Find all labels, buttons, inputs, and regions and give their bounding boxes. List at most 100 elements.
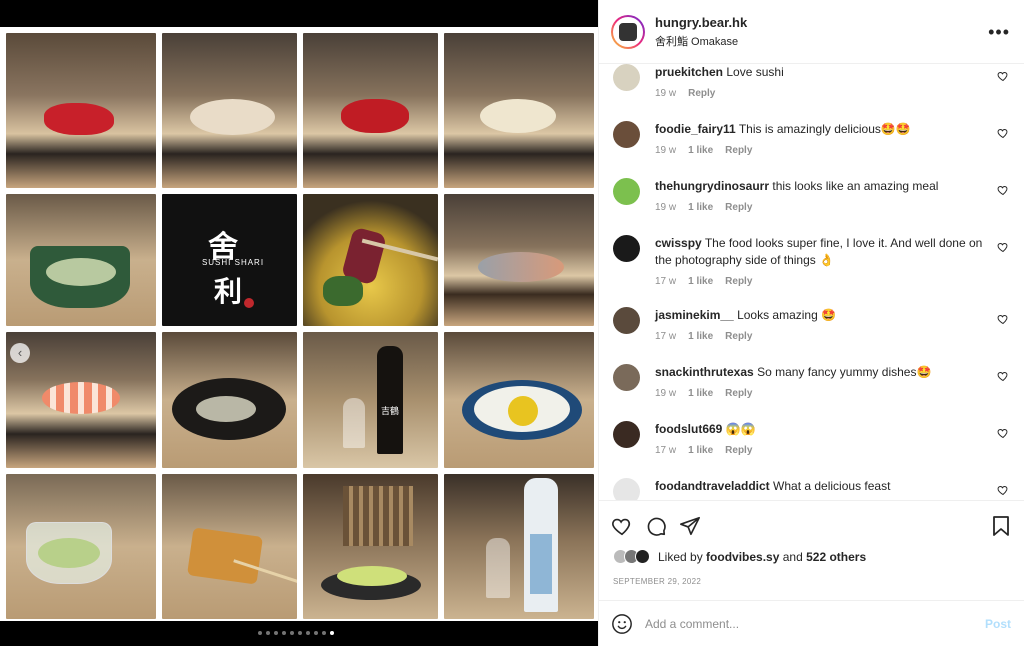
comment-username[interactable]: foodslut669 bbox=[655, 422, 722, 436]
reply-button[interactable]: Reply bbox=[725, 276, 752, 287]
comment-body: foodandtraveladdict What a delicious fea… bbox=[655, 478, 985, 495]
comment-meta: 19 w 1 like Reply bbox=[655, 202, 1013, 213]
carousel-dot bbox=[322, 631, 326, 635]
post-location[interactable]: 舍利鮨 Omakase bbox=[655, 33, 747, 49]
share-icon[interactable] bbox=[679, 515, 701, 537]
avatar[interactable] bbox=[613, 64, 640, 91]
comment-like-heart-icon[interactable] bbox=[997, 184, 1009, 196]
carousel-dot bbox=[306, 631, 310, 635]
comment-like-heart-icon[interactable] bbox=[997, 313, 1009, 325]
comment-item: thehungrydinosaurr this looks like an am… bbox=[613, 178, 1013, 213]
comment-item: foodslut669 😱😱 17 w 1 like Reply bbox=[613, 421, 1013, 456]
comment-like-count[interactable]: 1 like bbox=[688, 331, 713, 342]
comment-body: jasminekim__ Looks amazing 🤩 bbox=[655, 307, 985, 324]
avatar[interactable] bbox=[613, 478, 640, 500]
comment-body: snackinthrutexas So many fancy yummy dis… bbox=[655, 364, 985, 381]
comment-like-count[interactable]: 1 like bbox=[688, 276, 713, 287]
comment-item: foodie_fairy11 This is amazingly delicio… bbox=[613, 121, 1013, 156]
comment-body: foodie_fairy11 This is amazingly delicio… bbox=[655, 121, 985, 138]
reply-button[interactable]: Reply bbox=[725, 388, 752, 399]
comment-like-heart-icon[interactable] bbox=[997, 70, 1009, 82]
likes-prefix: Liked by bbox=[658, 549, 703, 564]
photo-sake-bottle-blue bbox=[444, 474, 594, 619]
avatar[interactable] bbox=[613, 421, 640, 448]
comment-like-heart-icon[interactable] bbox=[997, 241, 1009, 253]
reply-button[interactable]: Reply bbox=[725, 445, 752, 456]
avatar[interactable] bbox=[613, 178, 640, 205]
comment-username[interactable]: foodandtraveladdict bbox=[655, 479, 770, 493]
reply-button[interactable]: Reply bbox=[725, 331, 752, 342]
comment-item: cwisspy The food looks super fine, I lov… bbox=[613, 235, 1013, 287]
comment-meta: 19 w 1 like Reply bbox=[655, 388, 1013, 399]
comment-username[interactable]: cwisspy bbox=[655, 236, 702, 250]
photo-sake-bottle: 吉鶴 bbox=[303, 332, 438, 468]
photo-squid-nigiri bbox=[444, 33, 594, 188]
reply-button[interactable]: Reply bbox=[725, 145, 752, 156]
bottle-label-text: 吉鶴 bbox=[380, 406, 399, 416]
likes-others-link[interactable]: 522 others bbox=[806, 550, 866, 564]
photo-tuna-nigiri bbox=[6, 33, 156, 188]
carousel-dot bbox=[330, 631, 334, 635]
bear-logo-icon bbox=[619, 22, 637, 41]
avatar[interactable] bbox=[613, 121, 640, 148]
comments-list[interactable]: pruekitchen Love sushi 19 w Reply foodie_fa… bbox=[599, 64, 1024, 500]
comment-text: Love sushi bbox=[726, 65, 784, 79]
liker-avatars bbox=[613, 549, 650, 564]
photo-chrysanthemum-plate bbox=[444, 332, 594, 468]
comment-icon[interactable] bbox=[645, 515, 667, 537]
avatar[interactable] bbox=[613, 235, 640, 262]
comment-like-count[interactable]: 1 like bbox=[688, 202, 713, 213]
carousel-prev-button[interactable]: ‹ bbox=[10, 343, 30, 363]
avatar[interactable] bbox=[635, 549, 650, 564]
comment-meta: 17 w 1 like Reply bbox=[655, 276, 1013, 287]
liker-username[interactable]: foodvibes.sy bbox=[706, 550, 779, 564]
post-header: hungry.bear.hk 舍利鮨 Omakase ••• bbox=[599, 0, 1024, 64]
comment-username[interactable]: jasminekim__ bbox=[655, 308, 734, 322]
photo-sushi-shari-logo: 舍 SUSHI SHARI 利 bbox=[162, 194, 297, 326]
carousel-dot bbox=[298, 631, 302, 635]
comment-meta: 17 w 1 like Reply bbox=[655, 331, 1013, 342]
likes-conjunction: and bbox=[782, 549, 803, 564]
collage-grid: 舍 SUSHI SHARI 利 吉鶴 bbox=[6, 33, 594, 619]
save-bookmark-icon[interactable] bbox=[991, 515, 1011, 537]
post-comment-button[interactable]: Post bbox=[985, 617, 1011, 631]
more-options-icon[interactable]: ••• bbox=[988, 22, 1010, 43]
comment-username[interactable]: snackinthrutexas bbox=[655, 365, 754, 379]
post-username[interactable]: hungry.bear.hk bbox=[655, 15, 747, 30]
comment-age: 19 w bbox=[655, 145, 677, 156]
reply-button[interactable]: Reply bbox=[688, 88, 715, 99]
comment-username[interactable]: thehungrydinosaurr bbox=[655, 179, 769, 193]
post-date[interactable]: SEPTEMBER 29, 2022 bbox=[613, 577, 701, 586]
comment-like-count[interactable]: 1 like bbox=[688, 445, 713, 456]
carousel-pagination-dots bbox=[258, 631, 334, 635]
photo-chopsticks-meat bbox=[303, 194, 438, 326]
carousel-dot bbox=[282, 631, 286, 635]
avatar[interactable] bbox=[613, 364, 640, 391]
post-details-panel: hungry.bear.hk 舍利鮨 Omakase ••• pruekitch… bbox=[598, 0, 1024, 646]
reply-button[interactable]: Reply bbox=[725, 202, 752, 213]
add-comment-bar: Add a comment... Post bbox=[599, 600, 1024, 646]
comment-item: snackinthrutexas So many fancy yummy dis… bbox=[613, 364, 1013, 399]
comment-like-heart-icon[interactable] bbox=[997, 427, 1009, 439]
like-heart-icon[interactable] bbox=[611, 515, 633, 537]
comment-like-count[interactable]: 1 like bbox=[688, 388, 713, 399]
post-actions: Liked by foodvibes.sy and 522 others SEP… bbox=[599, 500, 1024, 600]
emoji-icon[interactable] bbox=[611, 613, 633, 635]
comment-like-heart-icon[interactable] bbox=[997, 484, 1009, 496]
add-comment-input[interactable]: Add a comment... bbox=[645, 617, 985, 631]
comment-username[interactable]: pruekitchen bbox=[655, 65, 723, 79]
photo-white-fish-nigiri bbox=[162, 33, 297, 188]
photo-glass-soup bbox=[6, 474, 156, 619]
comment-like-count[interactable]: 1 like bbox=[688, 145, 713, 156]
comment-age: 17 w bbox=[655, 331, 677, 342]
post-media: 舍 SUSHI SHARI 利 吉鶴 ‹ bbox=[0, 0, 598, 646]
avatar[interactable] bbox=[613, 307, 640, 334]
comment-like-heart-icon[interactable] bbox=[997, 127, 1009, 139]
comment-username[interactable]: foodie_fairy11 bbox=[655, 122, 736, 136]
comment-like-heart-icon[interactable] bbox=[997, 370, 1009, 382]
photo-green-bowl bbox=[6, 194, 156, 326]
photo-tamago bbox=[162, 474, 297, 619]
profile-avatar[interactable] bbox=[611, 14, 645, 49]
carousel-dot bbox=[258, 631, 262, 635]
photo-dark-bowl bbox=[162, 332, 297, 468]
